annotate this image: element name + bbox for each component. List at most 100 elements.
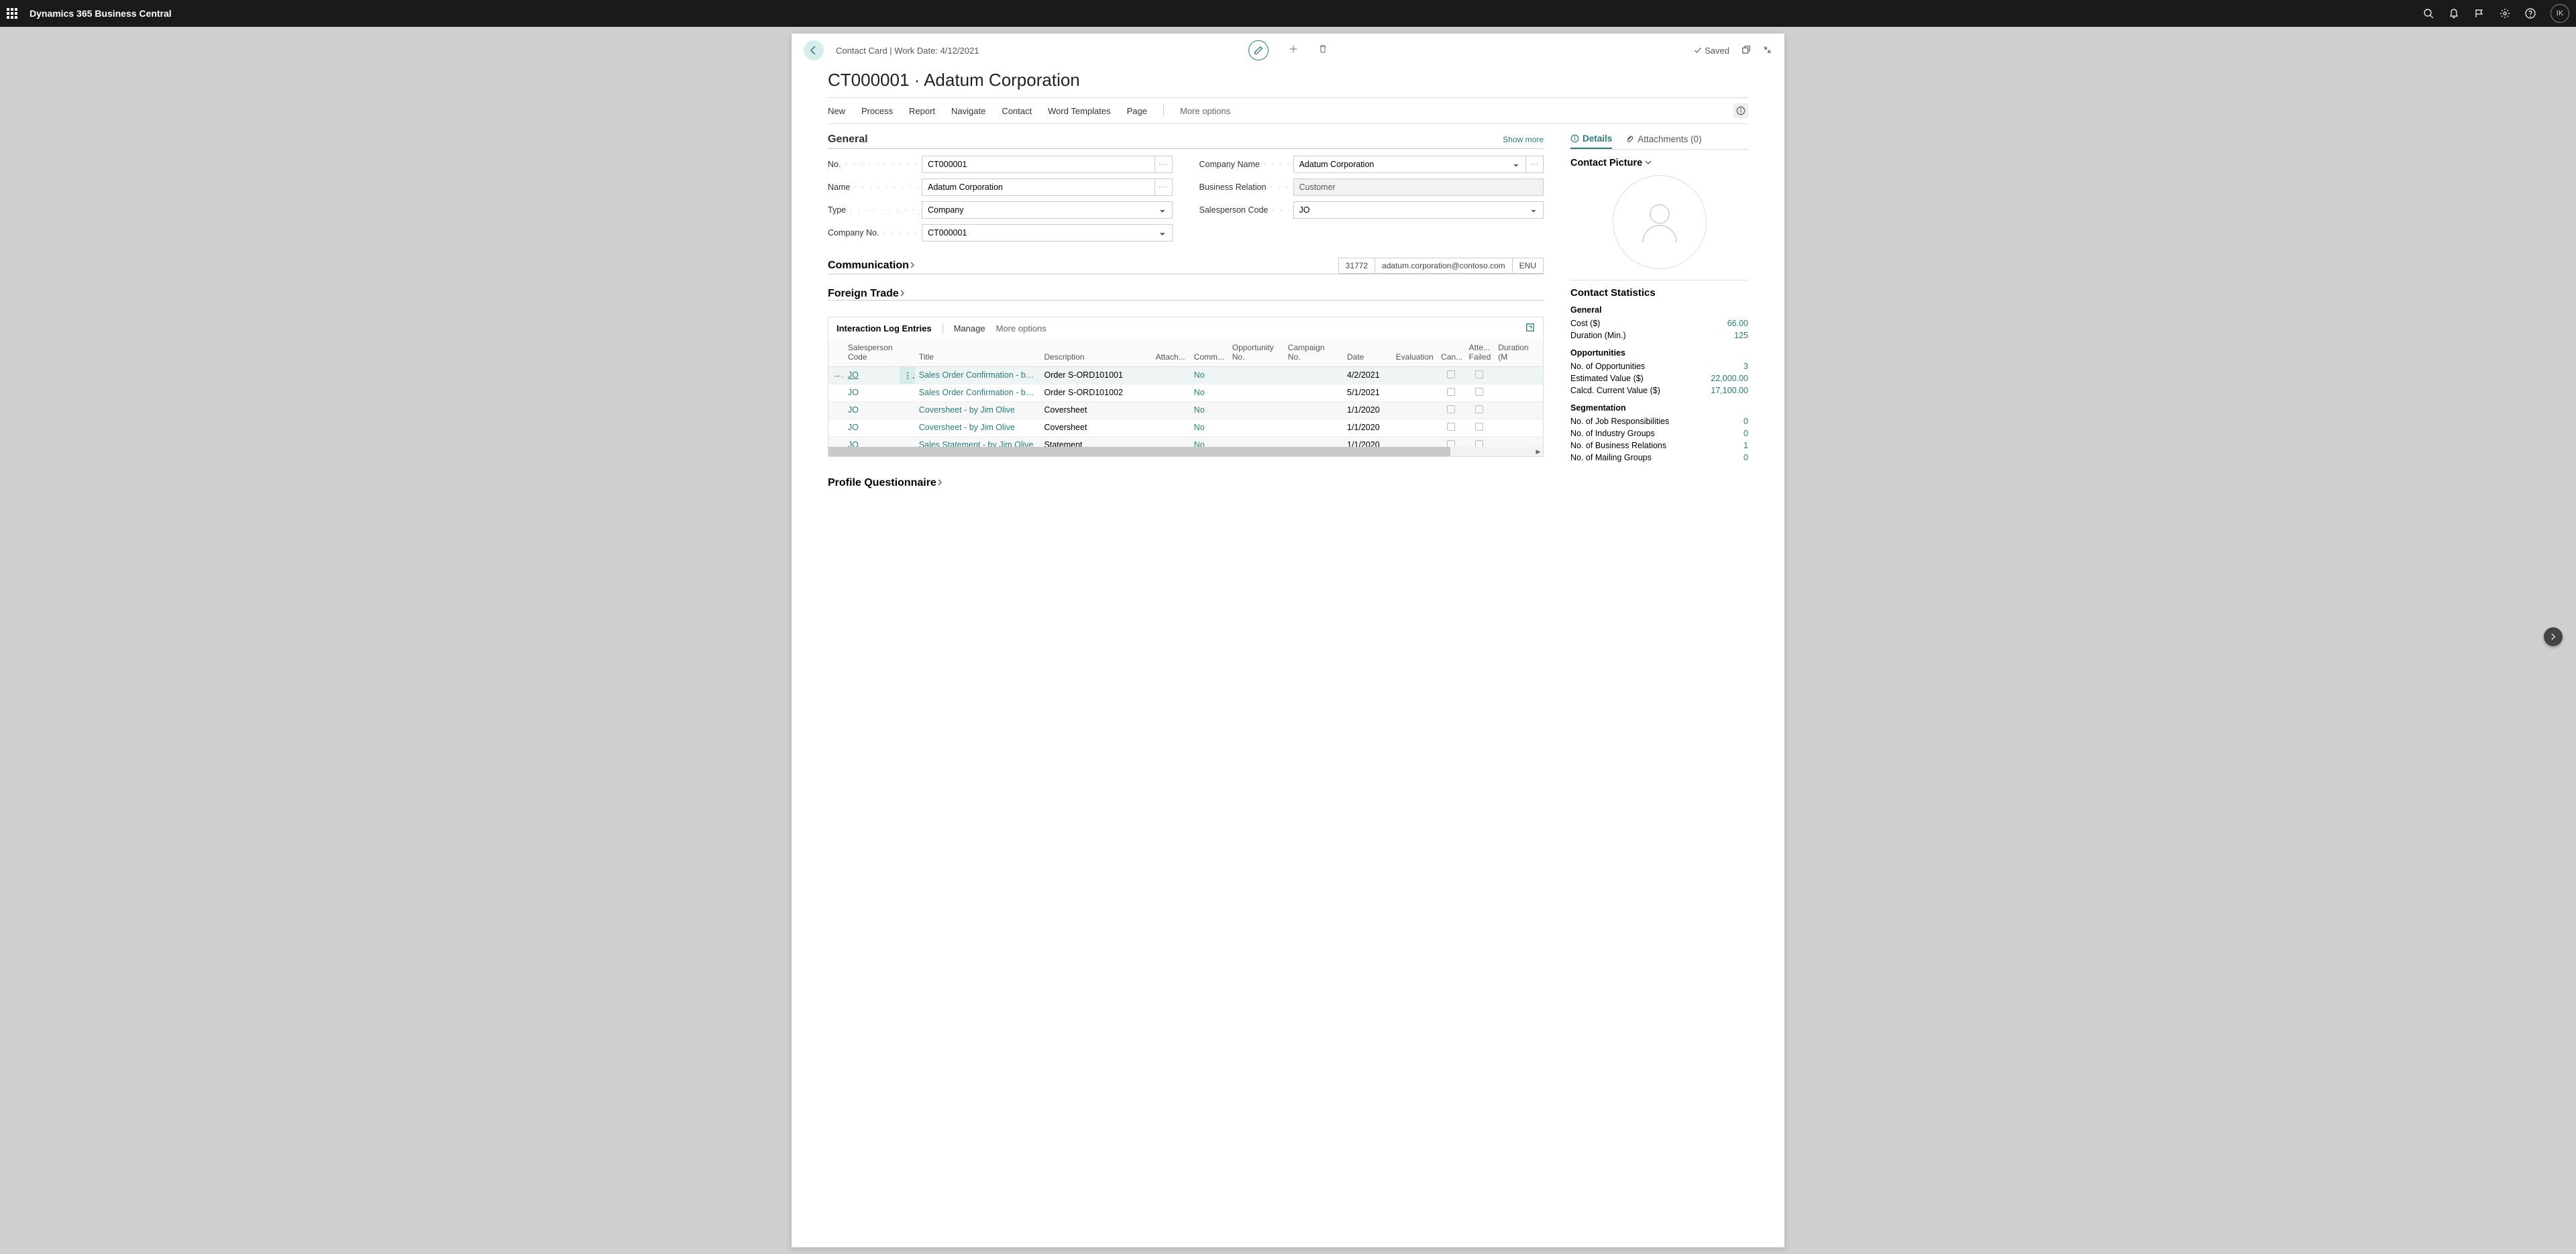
table-row[interactable]: JOCoversheet - by Jim OliveCoversheetNo1… (828, 401, 1543, 419)
contact-picture-header[interactable]: Contact Picture (1570, 158, 1748, 168)
col-opp[interactable]: Opportunity No. (1228, 339, 1284, 366)
stat-row[interactable]: No. of Industry Groups0 (1570, 427, 1748, 439)
cell-date: 4/2/2021 (1343, 366, 1392, 384)
help-icon[interactable] (2525, 8, 2536, 19)
table-row[interactable]: JOSales Statement - by Jim OliveStatemen… (828, 436, 1543, 447)
label-name: Name (828, 182, 922, 192)
field-name[interactable] (922, 178, 1155, 196)
cell-title: Coversheet - by Jim Olive (915, 419, 1040, 436)
comm-chip-lang[interactable]: ENU (1513, 258, 1544, 274)
col-attach[interactable]: Attach... (1152, 339, 1190, 366)
lookup-no[interactable]: ··· (1155, 156, 1173, 173)
action-new[interactable]: New (828, 106, 845, 116)
share-icon[interactable] (1741, 45, 1751, 56)
action-report[interactable]: Report (909, 106, 935, 116)
lookup-company[interactable]: ··· (1526, 156, 1544, 173)
cell-comm: No (1190, 384, 1228, 401)
search-icon[interactable] (2423, 8, 2434, 19)
notifications-icon[interactable] (2449, 8, 2459, 19)
cell-title: Sales Order Confirmation - by Ji... (915, 384, 1040, 401)
label-no: No. (828, 160, 922, 169)
cell-date: 1/1/2020 (1343, 419, 1392, 436)
cell-desc: Coversheet (1040, 419, 1152, 436)
table-row[interactable]: →JO⋮Sales Order Confirmation - by Ji...O… (828, 366, 1543, 384)
field-type[interactable]: Company (922, 201, 1173, 219)
user-avatar[interactable]: IK (2551, 4, 2569, 23)
contact-stats-header: Contact Statistics (1570, 287, 1748, 299)
col-can[interactable]: Can... (1437, 339, 1465, 366)
stat-row[interactable]: Cost ($)66.00 (1570, 317, 1748, 329)
col-campaign[interactable]: Campaign No. (1284, 339, 1343, 366)
action-page[interactable]: Page (1127, 106, 1147, 116)
app-title: Dynamics 365 Business Central (30, 8, 172, 19)
grid-more[interactable]: More options (996, 323, 1046, 333)
general-section-header: General Show more (828, 134, 1544, 149)
cell-comm: No (1190, 401, 1228, 419)
cell-title: Coversheet - by Jim Olive (915, 401, 1040, 419)
stat-row[interactable]: Estimated Value ($)22,000.00 (1570, 372, 1748, 384)
field-salesperson[interactable]: JO (1293, 201, 1544, 219)
contact-picture-placeholder[interactable] (1613, 175, 1707, 269)
top-navigation-bar: Dynamics 365 Business Central IK (0, 0, 2576, 27)
foreign-trade-section-header[interactable]: Foreign Trade (828, 288, 906, 300)
stat-row[interactable]: No. of Opportunities3 (1570, 360, 1748, 372)
expand-factbox-handle[interactable] (2544, 627, 2563, 646)
stat-row[interactable]: No. of Mailing Groups0 (1570, 452, 1748, 464)
action-contact[interactable]: Contact (1002, 106, 1032, 116)
saved-indicator: Saved (1694, 46, 1729, 56)
communication-section-header[interactable]: Communication (828, 260, 916, 272)
action-navigate[interactable]: Navigate (951, 106, 985, 116)
tab-attachments[interactable]: Attachments (0) (1625, 134, 1701, 149)
stat-row[interactable]: Calcd. Current Value ($)17,100.00 (1570, 384, 1748, 397)
cell-comm: No (1190, 366, 1228, 384)
comm-chip-email[interactable]: adatum.corporation@contoso.com (1375, 258, 1513, 274)
grid-expand-icon[interactable] (1525, 323, 1535, 334)
action-process[interactable]: Process (861, 106, 893, 116)
back-button[interactable] (804, 40, 824, 60)
col-description[interactable]: Description (1040, 339, 1152, 366)
label-company-name: Company Name (1199, 160, 1293, 169)
stat-row[interactable]: No. of Job Responsibilities0 (1570, 415, 1748, 427)
field-no[interactable] (922, 156, 1155, 173)
table-row[interactable]: JOSales Order Confirmation - by Ji...Ord… (828, 384, 1543, 401)
cell-desc: Order S-ORD101001 (1040, 366, 1152, 384)
interaction-log-grid: Interaction Log Entries Manage More opti… (828, 317, 1544, 457)
label-type: Type (828, 205, 922, 215)
app-launcher-icon[interactable] (7, 8, 17, 19)
action-more-options[interactable]: More options (1180, 106, 1230, 116)
collapse-icon[interactable] (1763, 45, 1772, 56)
field-company-no[interactable]: CT000001 (922, 224, 1173, 242)
lookup-name[interactable]: ··· (1155, 178, 1173, 196)
info-icon[interactable] (1733, 103, 1748, 118)
new-button[interactable] (1289, 44, 1298, 57)
stats-opp-head: Opportunities (1570, 348, 1748, 358)
edit-button[interactable] (1248, 40, 1269, 60)
col-comm[interactable]: Comm... (1190, 339, 1228, 366)
field-company-name[interactable]: Adatum Corporation (1293, 156, 1527, 173)
col-duration[interactable]: Duration (M (1494, 339, 1543, 366)
action-word-templates[interactable]: Word Templates (1048, 106, 1110, 116)
col-eval[interactable]: Evaluation (1392, 339, 1437, 366)
table-row[interactable]: JOCoversheet - by Jim OliveCoversheetNo1… (828, 419, 1543, 436)
cell-desc: Order S-ORD101002 (1040, 384, 1152, 401)
settings-icon[interactable] (2500, 8, 2510, 19)
cell-desc: Statement (1040, 436, 1152, 447)
horizontal-scrollbar[interactable]: ▶ (828, 447, 1543, 456)
flag-icon[interactable] (2474, 8, 2485, 19)
stat-row[interactable]: No. of Business Relations1 (1570, 439, 1748, 452)
col-title[interactable]: Title (915, 339, 1040, 366)
col-salesperson[interactable]: Salesperson Code (844, 339, 900, 366)
label-company-no: Company No. (828, 228, 922, 238)
cell-date: 1/1/2020 (1343, 401, 1392, 419)
delete-button[interactable] (1318, 44, 1328, 57)
comm-chip-zip[interactable]: 31772 (1338, 258, 1375, 274)
col-date[interactable]: Date (1343, 339, 1392, 366)
stat-row[interactable]: Duration (Min.)125 (1570, 329, 1748, 342)
col-failed[interactable]: Atte... Failed (1465, 339, 1495, 366)
show-more-link[interactable]: Show more (1503, 135, 1544, 144)
tab-details[interactable]: Details (1570, 134, 1612, 149)
cell-sp: JO (844, 401, 900, 419)
cell-sp: JO (844, 366, 900, 384)
grid-manage[interactable]: Manage (954, 323, 985, 333)
profile-questionnaire-header[interactable]: Profile Questionnaire (828, 473, 1544, 489)
